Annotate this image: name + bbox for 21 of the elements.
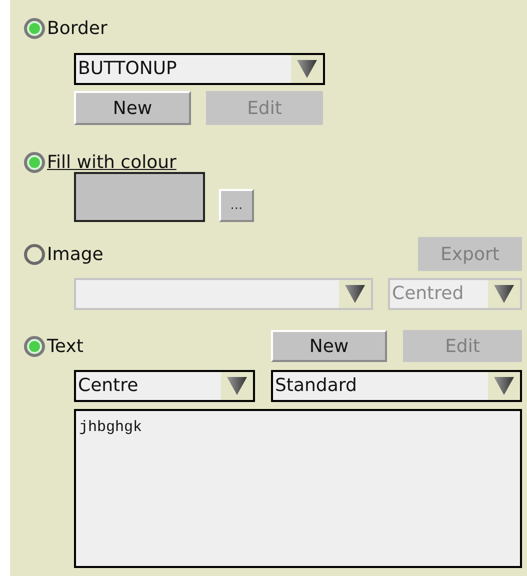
dropdown-arrow-icon — [226, 376, 248, 396]
radio-button[interactable] — [24, 18, 45, 38]
option-label: Border — [47, 16, 108, 40]
dropdown-arrow-icon — [493, 376, 515, 396]
dropdown-arrow-icon — [493, 284, 515, 304]
text-area[interactable]: jhbghgk — [74, 409, 522, 568]
dropdown-arrow-icon — [296, 59, 318, 79]
option-label: Text — [47, 334, 84, 358]
dropdown[interactable]: Standard — [271, 370, 522, 402]
option-label: Image — [47, 242, 104, 266]
colour-swatch[interactable] — [74, 172, 205, 222]
radio-button[interactable] — [24, 336, 45, 356]
option-label: Fill with colour — [47, 150, 176, 174]
push-button[interactable]: New — [271, 330, 387, 362]
radio-button[interactable] — [24, 152, 45, 172]
dropdown[interactable]: BUTTONUP — [74, 53, 325, 85]
push-button[interactable]: New — [74, 91, 191, 125]
colour-picker-button[interactable]: ... — [219, 189, 254, 222]
radio-button[interactable] — [24, 244, 45, 264]
dropdown[interactable]: Centre — [74, 370, 255, 402]
dropdown-arrow-icon — [344, 284, 366, 304]
